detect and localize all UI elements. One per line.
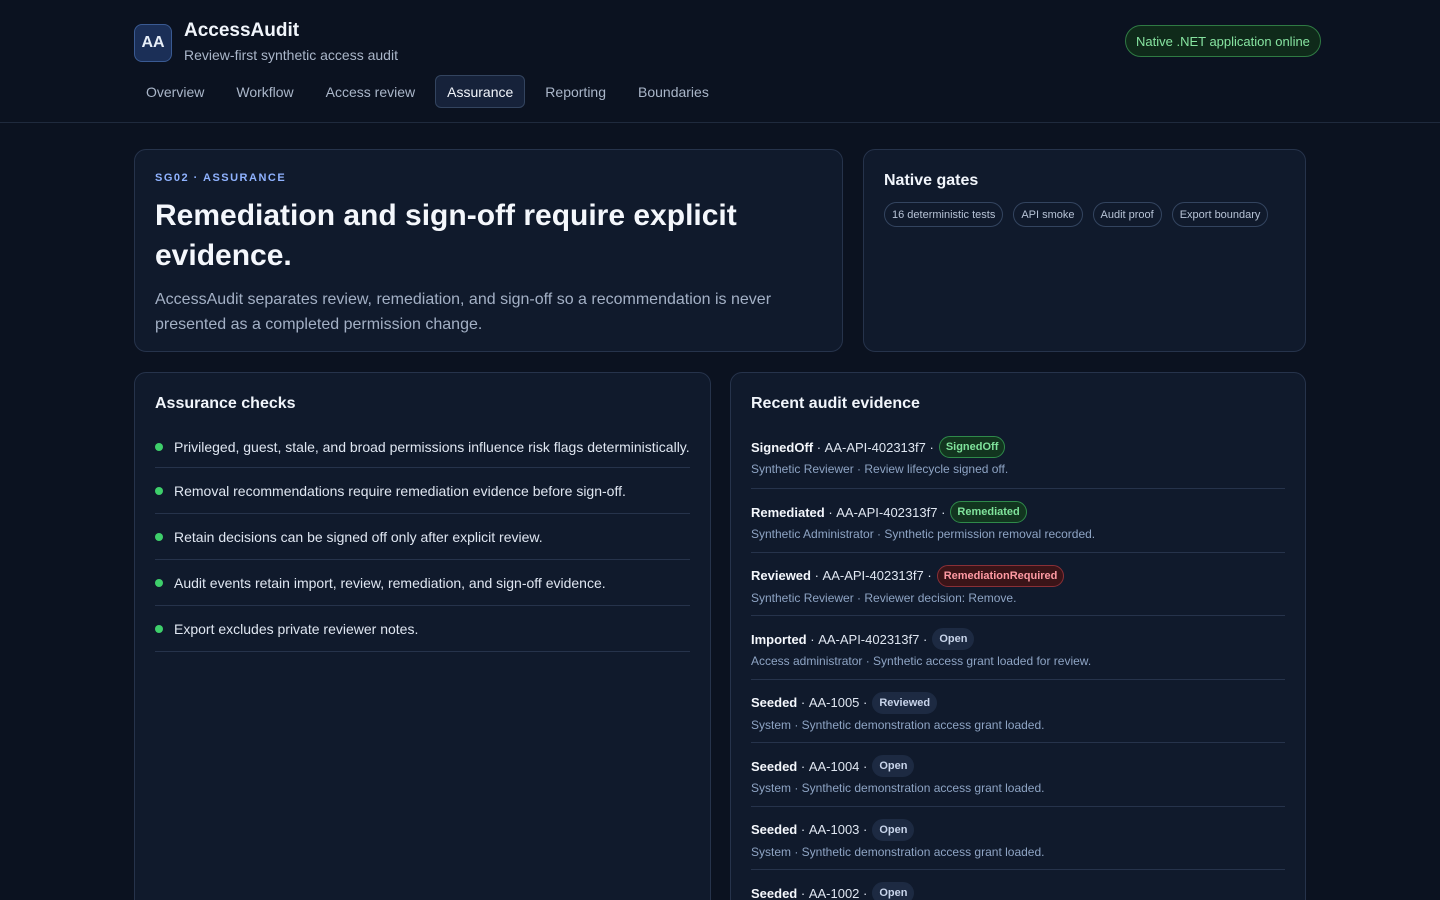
brand: AA AccessAudit Review-first synthetic ac… <box>134 20 398 63</box>
hero-description: AccessAudit separates review, remediatio… <box>155 291 772 333</box>
evidence-id: AA-API-402313f7 <box>818 631 920 647</box>
evidence-header: Seeded · AA-1005 · Reviewed <box>751 691 1285 714</box>
status-badge: Remediated <box>950 501 1027 523</box>
gates-title: Native gates <box>884 172 979 189</box>
checks-list: Privileged, guest, stale, and broad perm… <box>155 427 690 652</box>
evidence-item: Remediated · AA-API-402313f7 · Remediate… <box>751 489 1285 553</box>
tab-boundaries[interactable]: Boundaries <box>626 75 721 108</box>
status-badge: Open <box>872 755 915 777</box>
evidence-event: SignedOff <box>751 439 814 455</box>
check-text: Removal recommendations require remediat… <box>174 482 626 499</box>
status-dot-icon <box>155 443 163 451</box>
status-badge: RemediationRequired <box>936 564 1065 587</box>
evidence-id: AA-API-402313f7 <box>836 504 938 520</box>
evidence-header: SignedOff · AA-API-402313f7 · SignedOff <box>751 436 1285 458</box>
status-dot-icon <box>155 532 163 541</box>
evidence-detail: Access administrator · Synthetic access … <box>751 654 1092 668</box>
status-badge: Open <box>872 882 915 900</box>
evidence-item: Seeded · AA-1004 · Open System · Synthet… <box>751 743 1285 807</box>
gate-chips: 16 deterministic tests API smoke Audit p… <box>884 202 1285 227</box>
evidence-header: Seeded · AA-1002 · Open <box>751 882 1285 900</box>
gate-chip: Audit proof <box>1092 202 1162 227</box>
list-item: Removal recommendations require remediat… <box>155 468 690 514</box>
evidence-id: AA-1002 <box>808 885 860 900</box>
status-badge: Open <box>932 628 975 650</box>
evidence-id: AA-API-402313f7 <box>824 439 926 455</box>
tab-overview[interactable]: Overview <box>134 75 216 108</box>
evidence-detail: System · Synthetic demonstration access … <box>751 844 1045 859</box>
main-nav: Overview Workflow Access review Assuranc… <box>134 75 729 108</box>
list-item: Privileged, guest, stale, and broad perm… <box>155 427 690 468</box>
app-logo: AA <box>134 23 172 62</box>
gate-chip: API smoke <box>1013 202 1083 227</box>
evidence-id: AA-1005 <box>808 695 860 710</box>
evidence-event: Remediated <box>751 504 825 520</box>
evidence-header: Remediated · AA-API-402313f7 · Remediate… <box>751 501 1285 523</box>
native-gates-card: Native gates 16 deterministic tests API … <box>863 149 1306 352</box>
evidence-header: Reviewed · AA-API-402313f7 · Remediation… <box>751 564 1285 587</box>
status-dot-icon <box>155 578 163 587</box>
check-text: Audit events retain import, review, reme… <box>174 574 606 591</box>
evidence-header: Imported · AA-API-402313f7 · Open <box>751 628 1285 650</box>
tab-workflow[interactable]: Workflow <box>224 75 305 108</box>
evidence-item: Seeded · AA-1002 · Open <box>751 870 1285 900</box>
assurance-checks-card: Assurance checks Privileged, guest, stal… <box>134 372 711 900</box>
evidence-list: SignedOff · AA-API-402313f7 · SignedOff … <box>751 423 1285 900</box>
evidence-detail: Synthetic Reviewer · Review lifecycle si… <box>751 462 1009 476</box>
evidence-id: AA-1003 <box>808 822 860 837</box>
evidence-event: Seeded <box>751 695 798 710</box>
evidence-detail: Synthetic Administrator · Synthetic perm… <box>751 527 1096 541</box>
status-dot-icon <box>155 486 163 495</box>
gate-chip: Export boundary <box>1171 202 1269 227</box>
evidence-item: SignedOff · AA-API-402313f7 · SignedOff … <box>751 423 1285 489</box>
app-title: AccessAudit <box>184 20 300 41</box>
tab-assurance[interactable]: Assurance <box>435 75 526 108</box>
hero-eyebrow: SG02 · ASSURANCE <box>155 172 287 184</box>
list-item: Retain decisions can be signed off only … <box>155 514 690 560</box>
evidence-detail: Synthetic Reviewer · Reviewer decision: … <box>751 590 1017 605</box>
evidence-item: Seeded · AA-1003 · Open System · Synthet… <box>751 807 1285 870</box>
evidence-item: Imported · AA-API-402313f7 · Open Access… <box>751 616 1285 680</box>
brand-text: AccessAudit Review-first synthetic acces… <box>184 20 398 63</box>
evidence-detail: System · Synthetic demonstration access … <box>751 717 1045 732</box>
status-dot-icon <box>155 624 163 633</box>
evidence-title: Recent audit evidence <box>751 395 920 412</box>
check-text: Export excludes private reviewer notes. <box>174 620 419 637</box>
status-badge: Reviewed <box>872 691 938 714</box>
list-item: Audit events retain import, review, reme… <box>155 560 690 606</box>
hero-card: SG02 · ASSURANCE Remediation and sign-of… <box>134 149 843 352</box>
status-badge: Native .NET application online <box>1125 25 1321 57</box>
tab-access-review[interactable]: Access review <box>314 75 427 108</box>
tab-reporting[interactable]: Reporting <box>533 75 618 108</box>
app-subtitle: Review-first synthetic access audit <box>184 47 398 63</box>
evidence-header: Seeded · AA-1004 · Open <box>751 755 1285 777</box>
check-text: Retain decisions can be signed off only … <box>174 528 543 545</box>
checks-title: Assurance checks <box>155 395 296 412</box>
evidence-event: Seeded <box>751 822 798 837</box>
evidence-header: Seeded · AA-1003 · Open <box>751 818 1285 841</box>
evidence-event: Imported <box>751 631 807 647</box>
evidence-id: AA-API-402313f7 <box>822 568 924 583</box>
status-badge: Open <box>872 818 915 841</box>
evidence-event: Seeded <box>751 758 798 774</box>
check-text: Privileged, guest, stale, and broad perm… <box>174 439 690 455</box>
page-title: Remediation and sign-off require explici… <box>155 199 737 272</box>
app-header: AA AccessAudit Review-first synthetic ac… <box>0 0 1440 123</box>
gate-chip: 16 deterministic tests <box>884 202 1004 227</box>
status-badge: SignedOff <box>938 436 1006 458</box>
evidence-id: AA-1004 <box>808 758 860 774</box>
list-item: Export excludes private reviewer notes. <box>155 606 690 652</box>
evidence-event: Seeded <box>751 885 798 900</box>
audit-evidence-card: Recent audit evidence SignedOff · AA-API… <box>730 372 1306 900</box>
evidence-item: Seeded · AA-1005 · Reviewed System · Syn… <box>751 680 1285 743</box>
evidence-item: Reviewed · AA-API-402313f7 · Remediation… <box>751 553 1285 616</box>
evidence-detail: System · Synthetic demonstration access … <box>751 781 1045 795</box>
evidence-event: Reviewed <box>751 568 811 583</box>
